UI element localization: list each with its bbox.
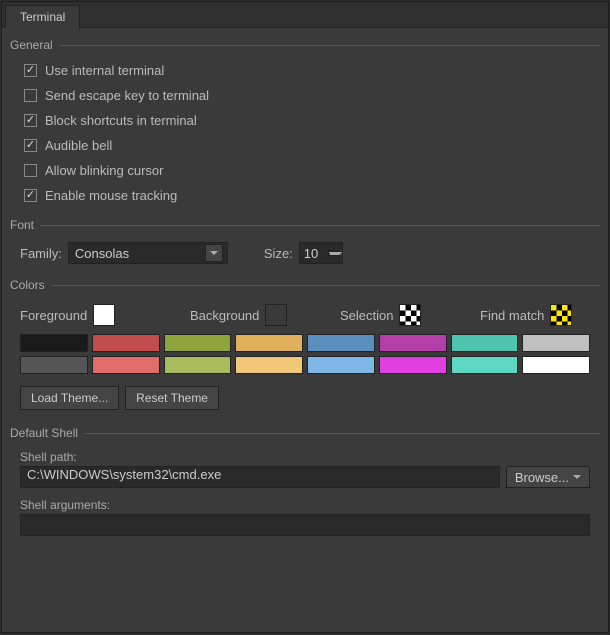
color-palette: [10, 330, 600, 378]
checkbox-use-internal-terminal[interactable]: [24, 64, 37, 77]
palette-color-0[interactable]: [20, 334, 88, 352]
section-shell-title: Default Shell: [10, 426, 84, 440]
palette-color-3[interactable]: [235, 334, 303, 352]
palette-color-2[interactable]: [164, 334, 232, 352]
selection-swatch[interactable]: [399, 304, 421, 326]
chevron-down-icon[interactable]: [205, 244, 223, 262]
chevron-down-icon: [573, 475, 581, 479]
background-label: Background: [190, 308, 259, 323]
font-size-label: Size:: [264, 246, 293, 261]
background-swatch[interactable]: [265, 304, 287, 326]
label-blinking-cursor: Allow blinking cursor: [45, 163, 164, 178]
checkbox-send-escape-key[interactable]: [24, 89, 37, 102]
stepper-down-icon[interactable]: [328, 252, 342, 256]
browse-button[interactable]: Browse...: [506, 466, 590, 488]
shell-path-label: Shell path:: [10, 446, 600, 466]
load-theme-button[interactable]: Load Theme...: [20, 386, 119, 410]
shell-args-label: Shell arguments:: [10, 494, 600, 514]
label-send-escape-key: Send escape key to terminal: [45, 88, 209, 103]
palette-color-10[interactable]: [164, 356, 232, 374]
palette-color-1[interactable]: [92, 334, 160, 352]
section-shell: Default Shell Shell path: C:\WINDOWS\sys…: [10, 426, 600, 546]
selection-label: Selection: [340, 308, 393, 323]
palette-color-5[interactable]: [379, 334, 447, 352]
checkbox-mouse-tracking[interactable]: [24, 189, 37, 202]
font-family-label: Family:: [20, 246, 62, 261]
font-size-value: 10: [300, 246, 328, 261]
browse-button-label: Browse...: [515, 470, 569, 485]
foreground-swatch[interactable]: [93, 304, 115, 326]
palette-color-11[interactable]: [235, 356, 303, 374]
findmatch-label: Find match: [480, 308, 544, 323]
palette-color-6[interactable]: [451, 334, 519, 352]
section-general: General Use internal terminal Send escap…: [10, 38, 600, 208]
palette-color-8[interactable]: [20, 356, 88, 374]
label-audible-bell: Audible bell: [45, 138, 112, 153]
font-size-spinbox[interactable]: 10: [299, 242, 343, 264]
foreground-label: Foreground: [20, 308, 87, 323]
shell-path-input[interactable]: C:\WINDOWS\system32\cmd.exe: [20, 466, 500, 488]
font-family-combo[interactable]: Consolas: [68, 242, 228, 264]
checkbox-blinking-cursor[interactable]: [24, 164, 37, 177]
tab-terminal[interactable]: Terminal: [5, 5, 80, 28]
palette-color-7[interactable]: [522, 334, 590, 352]
label-mouse-tracking: Enable mouse tracking: [45, 188, 177, 203]
palette-color-12[interactable]: [307, 356, 375, 374]
palette-color-15[interactable]: [522, 356, 590, 374]
label-use-internal-terminal: Use internal terminal: [45, 63, 164, 78]
checkbox-audible-bell[interactable]: [24, 139, 37, 152]
checkbox-block-shortcuts[interactable]: [24, 114, 37, 127]
findmatch-swatch[interactable]: [550, 304, 572, 326]
section-general-title: General: [10, 38, 59, 52]
shell-args-input[interactable]: [20, 514, 590, 536]
palette-color-13[interactable]: [379, 356, 447, 374]
palette-color-9[interactable]: [92, 356, 160, 374]
palette-color-4[interactable]: [307, 334, 375, 352]
section-colors-title: Colors: [10, 278, 51, 292]
palette-color-14[interactable]: [451, 356, 519, 374]
font-family-value: Consolas: [75, 246, 129, 261]
label-block-shortcuts: Block shortcuts in terminal: [45, 113, 197, 128]
section-font: Font Family: Consolas Size: 10: [10, 218, 600, 268]
reset-theme-button[interactable]: Reset Theme: [125, 386, 219, 410]
tab-bar: Terminal: [2, 2, 608, 28]
section-colors: Colors Foreground Background Selection F…: [10, 278, 600, 416]
section-font-title: Font: [10, 218, 40, 232]
